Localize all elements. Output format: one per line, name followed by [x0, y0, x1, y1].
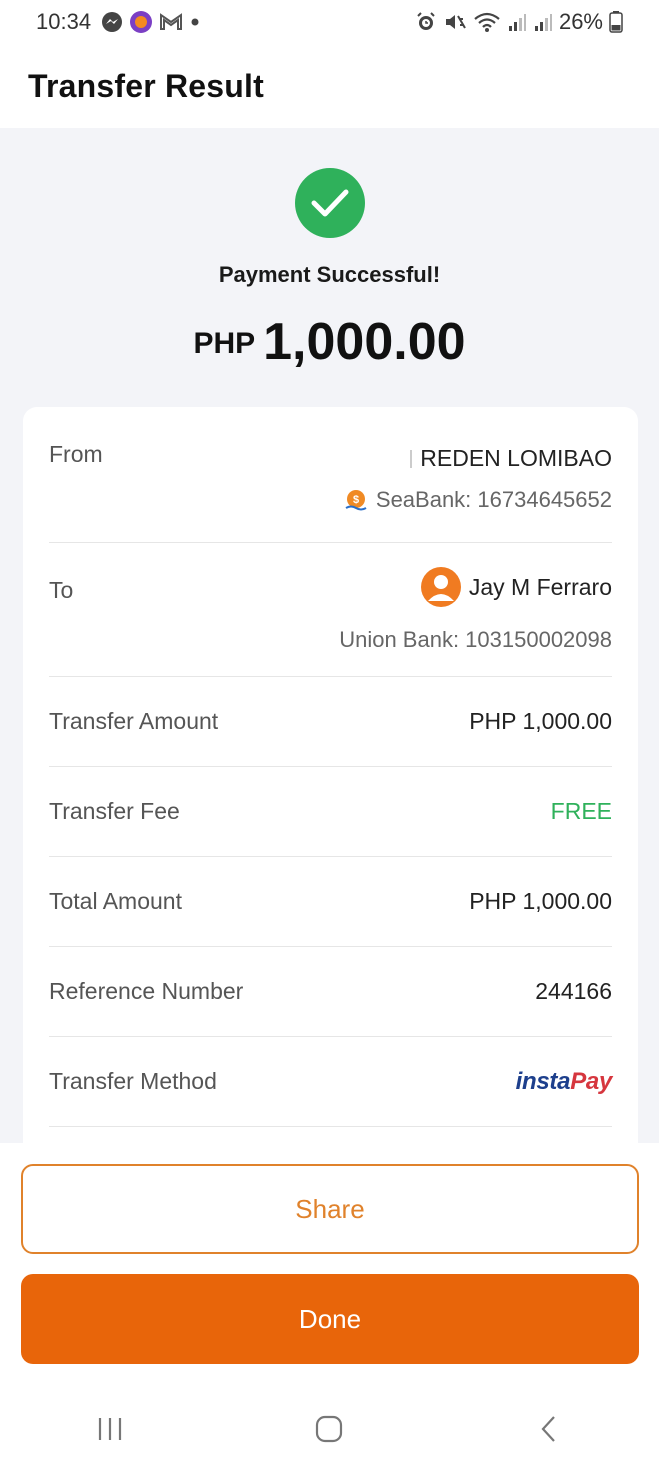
messenger-icon: [101, 11, 123, 33]
recent-apps-button[interactable]: [80, 1404, 140, 1454]
page-title: Transfer Result: [28, 67, 264, 104]
total-amount-label: Total Amount: [49, 888, 182, 914]
status-time: 10:34: [36, 9, 92, 34]
payment-status-message: Payment Successful!: [218, 262, 441, 287]
alarm-icon: [415, 11, 437, 33]
gmail-icon: [159, 12, 183, 32]
system-nav-bar: [0, 1393, 659, 1465]
dot-icon: [189, 16, 201, 28]
total-amount-row: Total Amount PHP 1,000.00: [49, 857, 612, 947]
home-button[interactable]: [299, 1404, 359, 1454]
status-left: 10:34: [36, 9, 201, 35]
app-icon: [129, 10, 153, 34]
from-account-name: REDEN LOMIBAO: [410, 445, 612, 472]
instapay-logo: instaPay: [515, 1067, 613, 1096]
instapay-logo-pay: Pay: [570, 1067, 612, 1095]
from-row: From REDEN LOMIBAO $ SeaBank: 1673464565…: [49, 407, 612, 543]
transfer-amount-label: Transfer Amount: [49, 708, 219, 734]
status-bar: 10:34 26%: [0, 0, 659, 44]
to-row: To Jay M Ferraro Union Bank: 10315000209…: [49, 543, 612, 677]
transfer-result-screen: 10:34 26% Transfer Result Payment Succes…: [0, 0, 659, 1465]
from-label: From: [49, 441, 103, 467]
to-label: To: [49, 577, 74, 603]
transfer-details-card: From REDEN LOMIBAO $ SeaBank: 1673464565…: [23, 407, 638, 1167]
battery-icon: [609, 11, 623, 33]
instapay-logo-insta: insta: [515, 1067, 571, 1095]
reference-number-value: 244166: [535, 978, 612, 1004]
success-check-icon: [295, 168, 365, 238]
signal-icon: [507, 12, 527, 32]
total-amount-value: PHP 1,000.00: [469, 888, 612, 914]
amount-currency: PHP: [193, 327, 256, 360]
status-right: 26%: [415, 9, 623, 35]
from-bank-info: $ SeaBank: 16734645652: [344, 487, 612, 513]
battery-percent: 26%: [558, 9, 603, 34]
from-name-text: REDEN LOMIBAO: [420, 445, 612, 471]
reference-number-label: Reference Number: [49, 978, 244, 1004]
from-bank-text: SeaBank: 16734645652: [375, 487, 612, 512]
transfer-amount-row: Transfer Amount PHP 1,000.00: [49, 677, 612, 767]
back-button[interactable]: [519, 1404, 579, 1454]
amount-value: 1,000.00: [263, 313, 466, 371]
to-bank-info: Union Bank: 103150002098: [339, 627, 612, 652]
to-account-name: Jay M Ferraro: [420, 567, 612, 607]
transfer-fee-row: Transfer Fee FREE: [49, 767, 612, 857]
svg-text:$: $: [353, 494, 359, 506]
redaction-mark: [410, 450, 413, 468]
mute-icon: [443, 11, 467, 33]
seabank-logo-icon: $: [344, 488, 368, 512]
signal-icon: [533, 12, 553, 32]
transfer-method-row: Transfer Method instaPay: [49, 1037, 612, 1127]
transfer-fee-value: FREE: [550, 798, 612, 824]
reference-number-row: Reference Number 244166: [49, 947, 612, 1037]
wifi-icon: [473, 11, 501, 33]
transfer-method-label: Transfer Method: [49, 1068, 217, 1094]
share-button[interactable]: Share: [21, 1164, 639, 1254]
transfer-fee-label: Transfer Fee: [49, 798, 180, 824]
app-header: Transfer Result: [0, 44, 659, 128]
to-name-text: Jay M Ferraro: [468, 573, 612, 600]
done-button[interactable]: Done: [21, 1274, 639, 1364]
bottom-action-area: Share Done: [0, 1143, 659, 1393]
avatar-icon: [420, 567, 461, 607]
total-amount-display: PHP 1,000.00: [0, 312, 659, 372]
transfer-amount-value: PHP 1,000.00: [469, 708, 612, 734]
